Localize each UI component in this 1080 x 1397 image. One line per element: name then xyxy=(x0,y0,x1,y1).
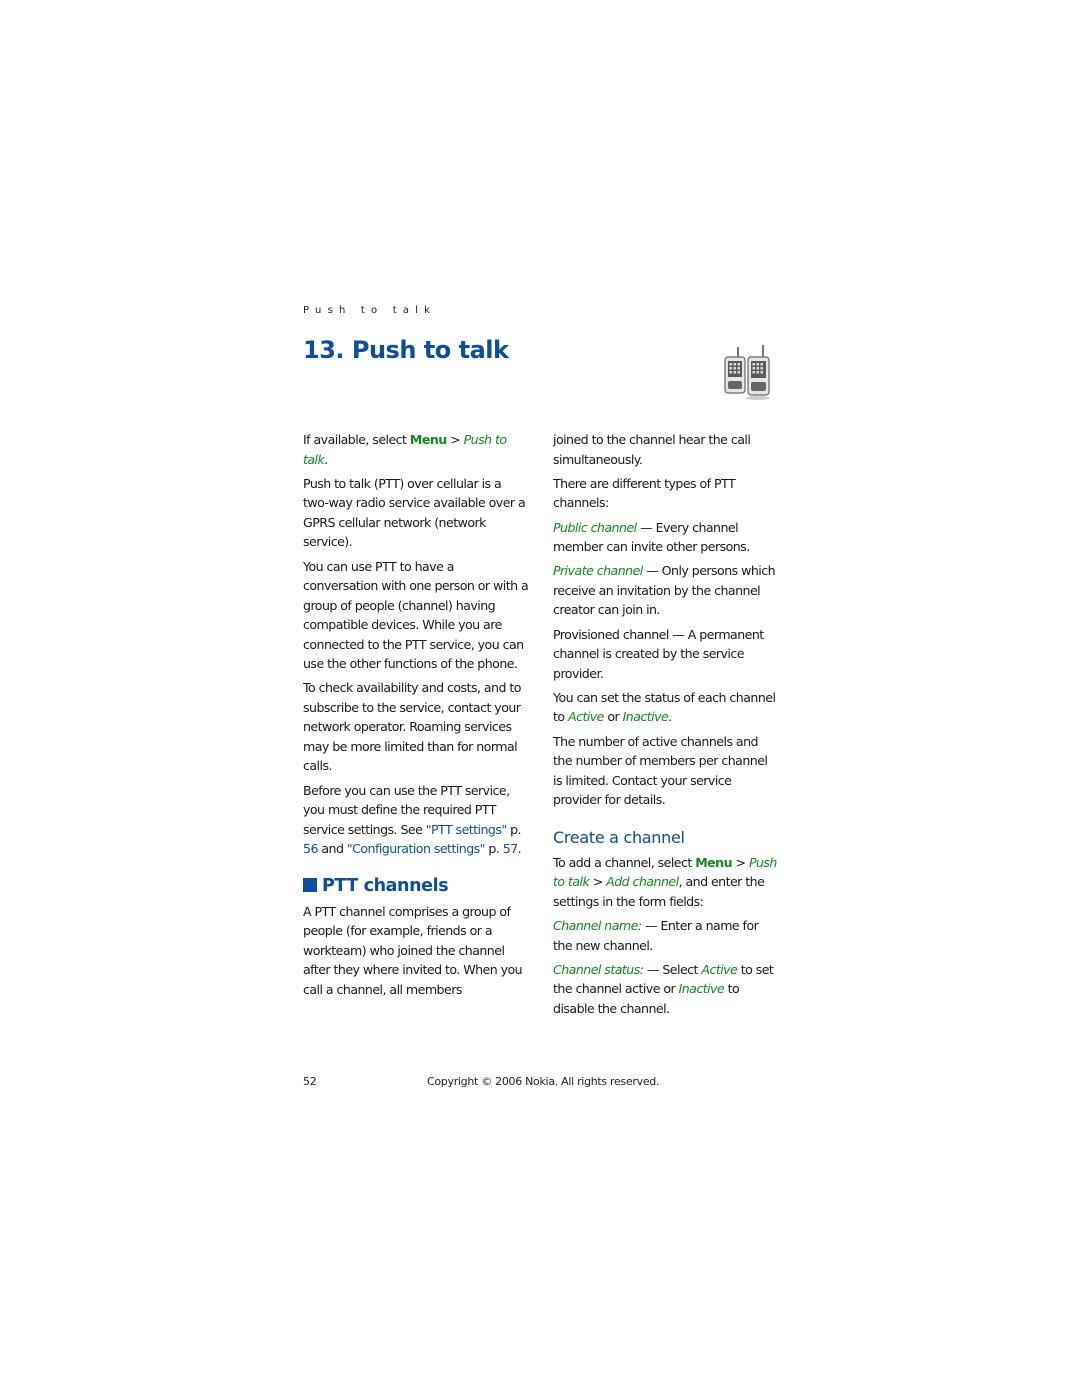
walkie-talkie-left xyxy=(724,347,746,394)
menu-separator: > xyxy=(732,854,749,870)
ptt-settings-link[interactable]: "PTT settings" xyxy=(426,822,507,837)
page-56-link[interactable]: 56 xyxy=(303,841,318,856)
ptt-usage: You can use PTT to have a conversation w… xyxy=(303,558,529,672)
intro-text: If available, select xyxy=(303,432,410,447)
active-term: Active xyxy=(568,709,604,725)
section-heading-text: PTT channels xyxy=(322,875,449,896)
section-square-icon xyxy=(303,877,317,892)
ptt-availability: To check availability and costs, and to … xyxy=(303,680,521,774)
menu-separator: > xyxy=(589,874,607,890)
chapter-title: 13. Push to talk xyxy=(303,336,509,364)
page-57-link[interactable]: 57 xyxy=(503,841,518,856)
private-channel-term: Private channel xyxy=(553,563,643,579)
copyright-notice: Copyright © 2006 Nokia. All rights reser… xyxy=(427,1075,660,1088)
channel-status-field-item: Channel status: — Select Active to set t… xyxy=(553,960,779,1019)
inactive-term: Inactive xyxy=(622,709,669,725)
channel-name-term: Channel name: xyxy=(553,918,642,934)
section-heading-ptt-channels: PTT channels xyxy=(303,875,529,897)
ptt-description: Push to talk (PTT) over cellular is a tw… xyxy=(303,475,526,550)
running-head: Push to talk xyxy=(303,305,437,316)
channel-status-term: Channel status: xyxy=(553,961,644,977)
add-channel-paragraph: To add a channel, select Menu > Push to … xyxy=(553,853,779,912)
menu-separator: > xyxy=(446,432,464,447)
period: . xyxy=(517,841,522,857)
public-channel-term: Public channel xyxy=(553,519,637,535)
add-text: To add a channel, select xyxy=(553,854,696,870)
intro-suffix: . xyxy=(324,451,328,467)
ptt-settings-paragraph: Before you can use the PTT service, you … xyxy=(303,781,529,859)
menu-link[interactable]: Menu xyxy=(695,855,732,870)
channel-status-paragraph: You can set the status of each channel t… xyxy=(553,688,779,727)
add-channel-link[interactable]: Add channel xyxy=(606,874,679,889)
page-number: 52 xyxy=(303,1075,317,1088)
page-ref-text-2: p. xyxy=(484,841,503,857)
period: . xyxy=(668,709,672,725)
channel-name-field-item: Channel name: — Enter a name for the new… xyxy=(553,916,779,955)
channel-continuation: joined to the channel hear the call simu… xyxy=(553,432,751,467)
menu-link[interactable]: Menu xyxy=(410,432,447,447)
active-term: Active xyxy=(701,961,738,977)
walkie-talkie-right xyxy=(746,345,770,400)
walkie-talkie-icon xyxy=(724,345,770,400)
or-text: or xyxy=(603,709,623,725)
left-column: If available, select Menu > Push to talk… xyxy=(303,430,529,1004)
page-ref-text: p. xyxy=(506,821,521,837)
private-channel-item: Private channel — Only persons which rec… xyxy=(553,561,779,620)
channel-limit-paragraph: The number of active channels and the nu… xyxy=(553,733,768,808)
configuration-settings-link[interactable]: "Configuration settings" xyxy=(347,841,486,856)
public-channel-item: Public channel — Every channel member ca… xyxy=(553,518,779,557)
and-text: and xyxy=(317,841,347,857)
inactive-term: Inactive xyxy=(678,981,725,997)
ptt-channel-description: A PTT channel comprises a group of peopl… xyxy=(303,903,523,997)
channel-types-intro: There are different types of PTT channel… xyxy=(553,475,736,511)
subsection-heading-create-channel: Create a channel xyxy=(553,827,685,847)
provisioned-channel-item: Provisioned channel — A permanent channe… xyxy=(553,626,764,681)
channel-status-desc: — Select xyxy=(643,961,702,977)
right-column: joined to the channel hear the call simu… xyxy=(553,430,779,1023)
intro-paragraph: If available, select Menu > Push to talk… xyxy=(303,430,529,469)
